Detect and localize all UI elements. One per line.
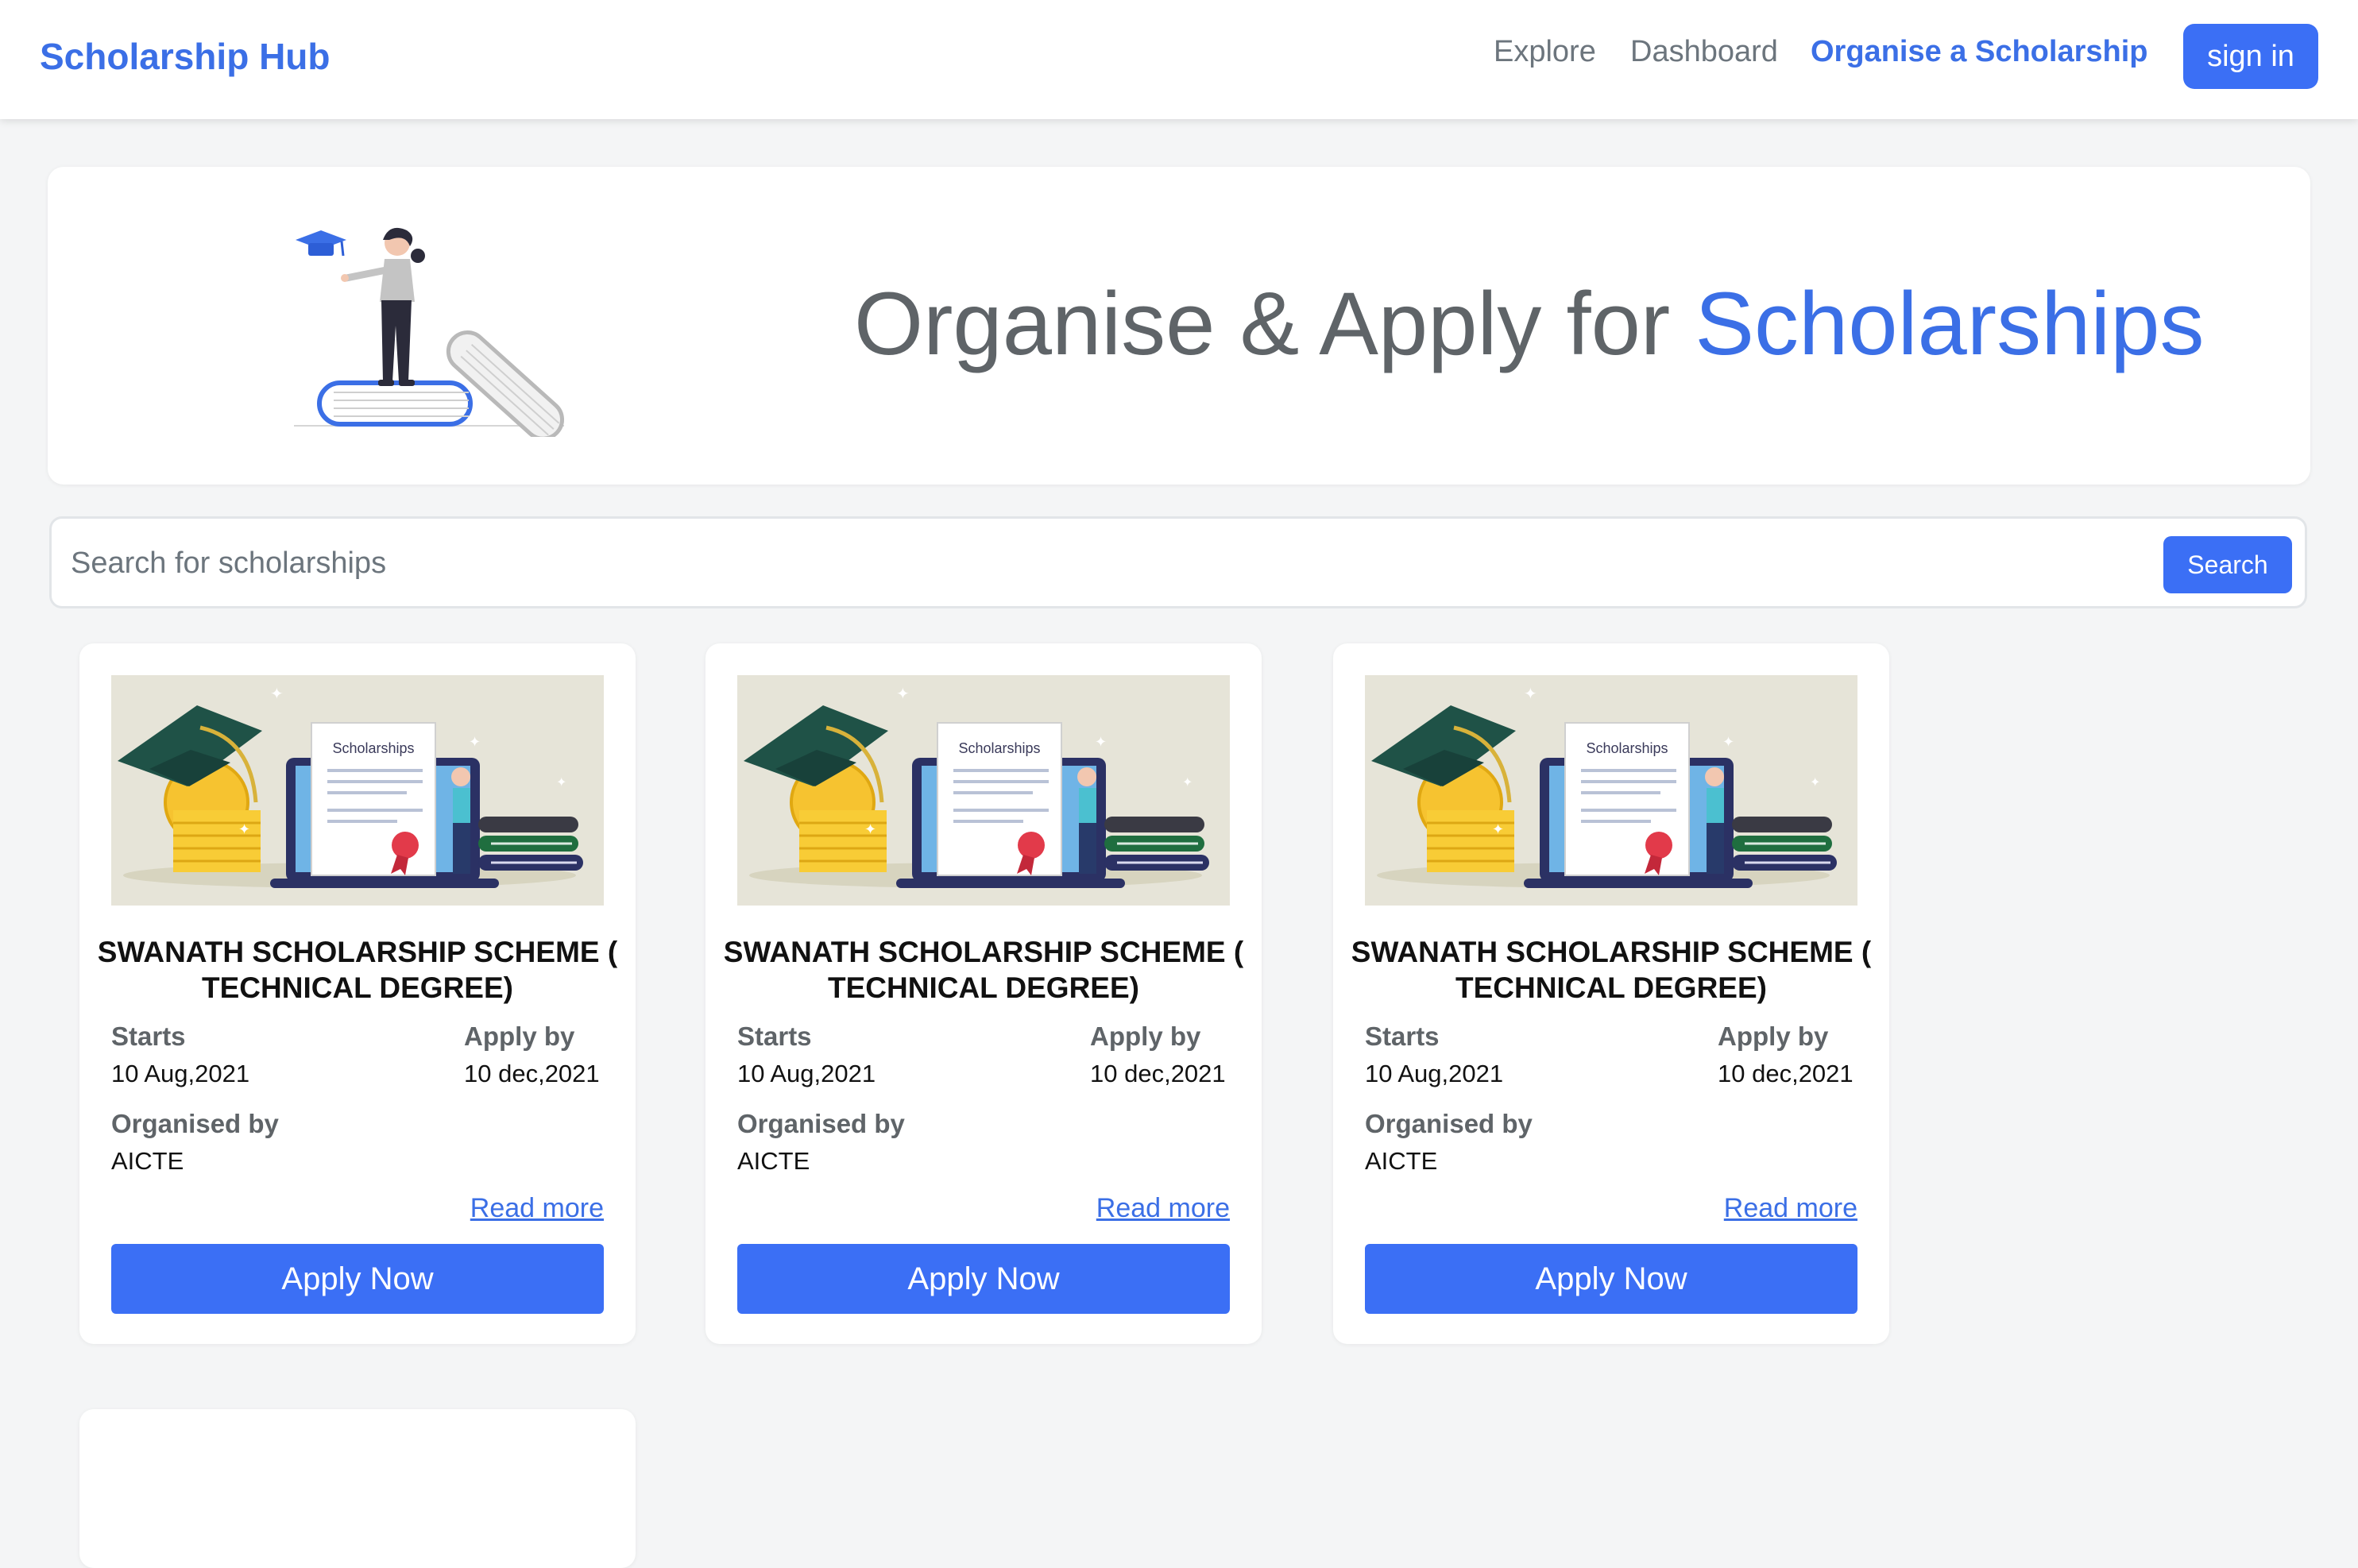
scholarship-card: Scholarships ✦ ✦ ✦ ✦ SWANATH SCHOLARSHIP… — [705, 643, 1262, 1344]
svg-text:✦: ✦ — [270, 684, 284, 703]
scholarship-illustration: Scholarships ✦ ✦ ✦ ✦ — [737, 675, 1230, 906]
search-bar: Search — [49, 516, 2307, 608]
starts-label: Starts — [737, 1022, 812, 1051]
organised-by-label: Organised by — [737, 1109, 905, 1138]
sign-in-button[interactable]: sign in — [2183, 24, 2318, 89]
apply-now-button[interactable]: Apply Now — [737, 1244, 1230, 1314]
scholarship-illustration: Scholarships ✦ ✦ ✦ ✦ — [111, 675, 604, 906]
scholarships-card-label: Scholarships — [1586, 740, 1668, 756]
organised-by-value: AICTE — [1365, 1147, 1438, 1175]
svg-text:✦: ✦ — [1095, 734, 1107, 751]
svg-text:✦: ✦ — [896, 684, 910, 703]
starts-label: Starts — [1365, 1022, 1440, 1051]
hero-banner: Organise & Apply for Scholarships — [48, 167, 2310, 485]
organised-by-value: AICTE — [111, 1147, 184, 1175]
starts-label: Starts — [111, 1022, 186, 1051]
svg-text:✦: ✦ — [1492, 821, 1504, 838]
scholarship-card: Scholarships ✦ ✦ ✦ ✦ SWANATH SCHOLARSHIP… — [1333, 643, 1889, 1344]
apply-by-value: 10 dec,2021 — [1718, 1060, 1854, 1087]
scholarship-card: Scholarships ✦ ✦ ✦ ✦ SWANATH SCHOLARSHIP… — [79, 643, 636, 1344]
scholarship-title: SWANATH SCHOLARSHIP SCHEME ( TECHNICAL D… — [723, 936, 1244, 1005]
organised-by-value: AICTE — [737, 1147, 810, 1175]
apply-by-value: 10 dec,2021 — [1090, 1060, 1226, 1087]
navbar: Scholarship Hub Explore Dashboard Organi… — [0, 0, 2358, 119]
svg-text:✦: ✦ — [469, 734, 481, 751]
nav-link-dashboard[interactable]: Dashboard — [1630, 35, 1778, 69]
nav-link-organise-scholarship[interactable]: Organise a Scholarship — [1811, 35, 2147, 69]
svg-text:✦: ✦ — [1182, 774, 1193, 790]
starts-value: 10 Aug,2021 — [111, 1060, 250, 1087]
organised-by-label: Organised by — [111, 1109, 279, 1138]
svg-text:✦: ✦ — [1722, 734, 1734, 751]
svg-text:✦: ✦ — [238, 821, 250, 838]
starts-value: 10 Aug,2021 — [737, 1060, 876, 1087]
read-more-link[interactable]: Read more — [470, 1193, 604, 1224]
scholarship-illustration: Scholarships ✦ ✦ ✦ ✦ — [1365, 675, 1857, 906]
apply-by-label: Apply by — [1718, 1022, 1829, 1051]
scholarships-card-label: Scholarships — [958, 740, 1040, 756]
brand-logo[interactable]: Scholarship Hub — [40, 35, 330, 78]
svg-text:✦: ✦ — [556, 774, 566, 790]
apply-by-label: Apply by — [1090, 1022, 1201, 1051]
starts-value: 10 Aug,2021 — [1365, 1060, 1504, 1087]
apply-by-label: Apply by — [464, 1022, 575, 1051]
hero-title-main: Organise & Apply for — [854, 274, 1695, 373]
apply-now-button[interactable]: Apply Now — [111, 1244, 604, 1314]
svg-text:✦: ✦ — [864, 821, 876, 838]
read-more-link[interactable]: Read more — [1096, 1193, 1230, 1224]
graduate-reading-illustration — [294, 227, 565, 437]
apply-now-button[interactable]: Apply Now — [1365, 1244, 1857, 1314]
search-button[interactable]: Search — [2163, 536, 2292, 593]
search-input[interactable] — [69, 535, 2186, 592]
scholarship-title: SWANATH SCHOLARSHIP SCHEME ( TECHNICAL D… — [97, 936, 618, 1005]
apply-by-value: 10 dec,2021 — [464, 1060, 600, 1087]
nav-link-explore[interactable]: Explore — [1494, 35, 1596, 69]
scholarship-card-partial — [79, 1409, 636, 1568]
hero-title-accent: Scholarships — [1695, 274, 2205, 373]
read-more-link[interactable]: Read more — [1724, 1193, 1857, 1224]
hero-title: Organise & Apply for Scholarships — [854, 275, 2205, 373]
scholarship-title: SWANATH SCHOLARSHIP SCHEME ( TECHNICAL D… — [1351, 936, 1872, 1005]
svg-text:✦: ✦ — [1810, 774, 1820, 790]
scholarships-card-label: Scholarships — [332, 740, 414, 756]
svg-text:✦: ✦ — [1524, 684, 1537, 703]
organised-by-label: Organised by — [1365, 1109, 1533, 1138]
